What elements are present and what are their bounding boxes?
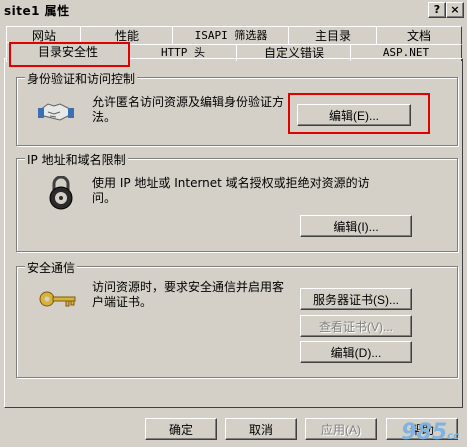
- ok-button[interactable]: 确定: [145, 418, 217, 440]
- lock-icon: [49, 176, 73, 210]
- window-title: site1 属性: [4, 4, 70, 18]
- help-icon[interactable]: ?: [428, 2, 446, 18]
- auth-legend: 身份验证和访问控制: [25, 70, 138, 87]
- cancel-button[interactable]: 取消: [225, 418, 297, 440]
- key-icon: [39, 291, 76, 307]
- tab-documents[interactable]: 文档: [376, 26, 462, 45]
- apply-button: 应用(A): [305, 418, 377, 440]
- edit-auth-button[interactable]: 编辑(E)...: [297, 104, 411, 126]
- edit-secure-button[interactable]: 编辑(D)...: [300, 341, 412, 363]
- ip-legend: IP 地址和域名限制: [25, 151, 128, 168]
- watermark-suffix: cc: [447, 431, 459, 442]
- secure-legend: 安全通信: [25, 259, 78, 276]
- watermark: 985cc: [401, 420, 459, 445]
- auth-description: 允许匿名访问资源及编辑身份验证方法。: [92, 95, 285, 124]
- view-certificate-button: 查看证书(V)...: [300, 315, 412, 337]
- handshake-icon: [38, 103, 74, 121]
- ip-description: 使用 IP 地址或 Internet 域名授权或拒绝对资源的访问。: [92, 176, 370, 205]
- tab-directory-security[interactable]: 目录安全性: [6, 42, 130, 62]
- title-bar: site1 属性 ? ×: [0, 0, 467, 20]
- watermark-main: 985: [401, 420, 448, 445]
- tab-isapi-filters[interactable]: ISAPI 筛选器: [172, 26, 290, 45]
- tab-home-directory[interactable]: 主目录: [288, 26, 378, 45]
- server-certificate-button[interactable]: 服务器证书(S)...: [300, 288, 412, 310]
- secure-description: 访问资源时，要求安全通信并启用客户端证书。: [92, 280, 285, 309]
- edit-ip-button[interactable]: 编辑(I)...: [300, 215, 412, 237]
- close-icon[interactable]: ×: [446, 2, 464, 18]
